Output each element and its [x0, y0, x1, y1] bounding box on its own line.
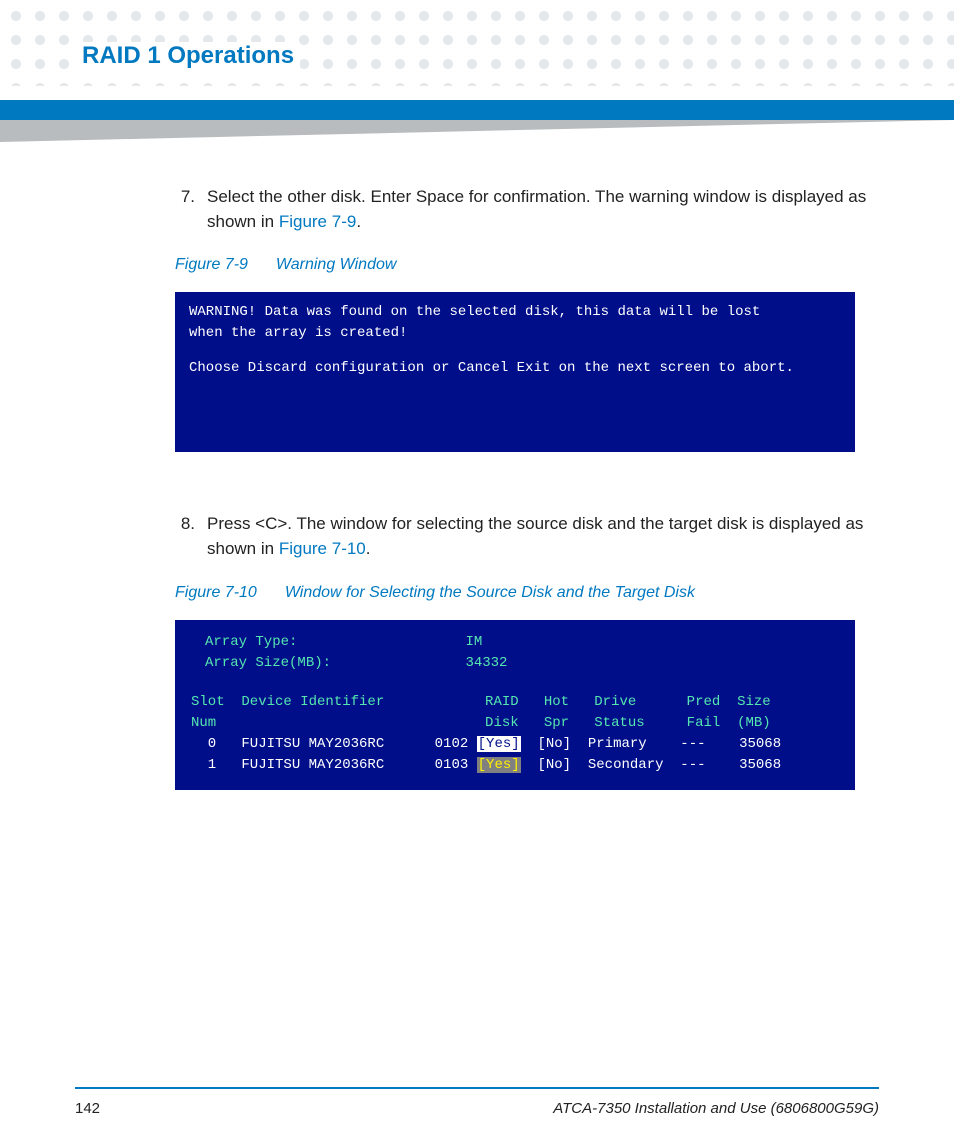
figure-label: Figure 7-10: [175, 584, 257, 602]
document-id: ATCA-7350 Installation and Use (6806800G…: [553, 1100, 879, 1117]
terminal-line: WARNING! Data was found on the selected …: [189, 302, 841, 323]
footer: 142 ATCA-7350 Installation and Use (6806…: [75, 1100, 879, 1117]
page-title: RAID 1 Operations: [76, 42, 300, 70]
figure-title: Window for Selecting the Source Disk and…: [285, 584, 695, 602]
page-number: 142: [75, 1100, 100, 1117]
terminal-line: when the array is created!: [189, 323, 841, 344]
step-text: Select the other disk. Enter Space for c…: [207, 185, 879, 234]
step-number: 7.: [175, 185, 195, 234]
main-content: 7. Select the other disk. Enter Space fo…: [175, 185, 879, 850]
table-header-row-1: Slot Device Identifier RAID Hot Drive Pr…: [191, 692, 839, 713]
table-header-row-2: Num Disk Spr Status Fail (MB): [191, 713, 839, 734]
terminal-disk-selection: Array Type: IM Array Size(MB): 34332 Slo…: [175, 620, 855, 790]
array-info: Array Type: IM Array Size(MB): 34332: [205, 632, 839, 674]
array-size-line: Array Size(MB): 34332: [205, 653, 839, 674]
figure-label: Figure 7-9: [175, 256, 248, 274]
array-type-line: Array Type: IM: [205, 632, 839, 653]
text: .: [356, 212, 361, 231]
figure-link-7-10[interactable]: Figure 7-10: [279, 539, 366, 558]
row-cell: [No] Primary --- 35068: [521, 736, 781, 752]
row-cell: 0 FUJITSU MAY2036RC 0102: [191, 736, 477, 752]
figure-7-9-caption: Figure 7-9 Warning Window: [175, 256, 879, 274]
header-blue-bar: [0, 100, 954, 120]
row-cell: 1 FUJITSU MAY2036RC 0103: [191, 757, 477, 773]
text: .: [366, 539, 371, 558]
raid-disk-selected[interactable]: [Yes]: [477, 736, 521, 752]
step-text: Press <C>. The window for selecting the …: [207, 512, 879, 561]
footer-rule: [75, 1087, 879, 1089]
terminal-warning-window: WARNING! Data was found on the selected …: [175, 292, 855, 452]
spacer: [189, 344, 841, 358]
figure-7-10-caption: Figure 7-10 Window for Selecting the Sou…: [175, 584, 879, 602]
figure-link-7-9[interactable]: Figure 7-9: [279, 212, 356, 231]
header-gray-wedge: [0, 120, 954, 142]
step-8: 8. Press <C>. The window for selecting t…: [175, 512, 879, 561]
step-number: 8.: [175, 512, 195, 561]
table-row: 0 FUJITSU MAY2036RC 0102 [Yes] [No] Prim…: [191, 734, 839, 755]
raid-disk-highlight[interactable]: [Yes]: [477, 757, 521, 773]
row-cell: [No] Secondary --- 35068: [521, 757, 781, 773]
table-row: 1 FUJITSU MAY2036RC 0103 [Yes] [No] Seco…: [191, 755, 839, 776]
figure-title: Warning Window: [276, 256, 397, 274]
step-7: 7. Select the other disk. Enter Space fo…: [175, 185, 879, 234]
terminal-line: Choose Discard configuration or Cancel E…: [189, 358, 841, 379]
